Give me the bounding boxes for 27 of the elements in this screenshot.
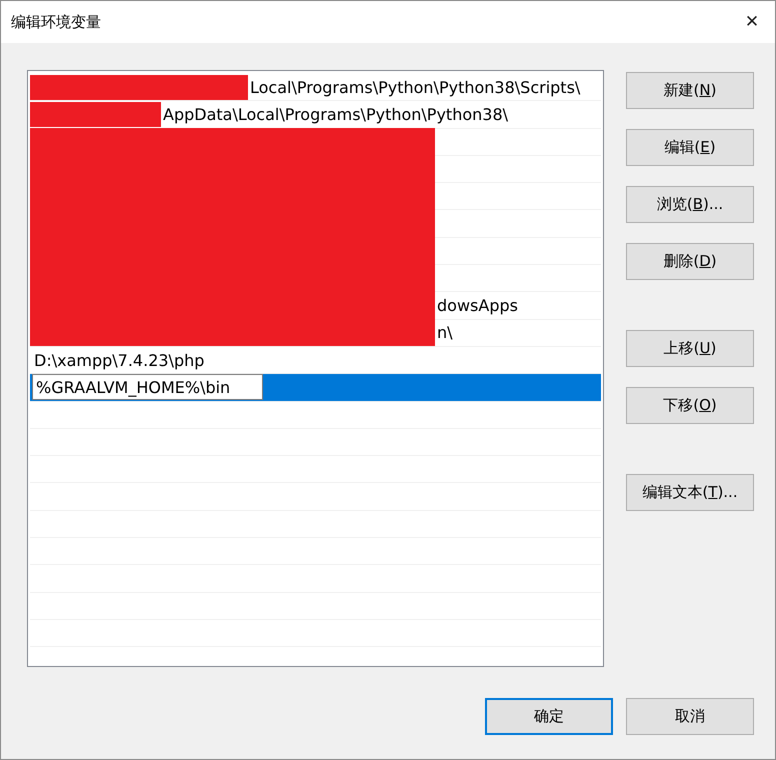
close-button[interactable]: ✕ — [729, 1, 775, 43]
path-row[interactable] — [30, 210, 601, 238]
path-text: n\ — [436, 323, 453, 342]
path-text: AppData\Local\Programs\Python\Python38\ — [162, 104, 508, 124]
path-row[interactable] — [30, 265, 601, 292]
action-button[interactable]: 下移(O) — [626, 387, 754, 424]
action-button[interactable]: 删除(D) — [626, 243, 754, 280]
path-row[interactable]: dowsApps — [30, 292, 601, 320]
action-button[interactable]: 编辑(E) — [626, 129, 754, 166]
path-row[interactable]: Local\Programs\Python\Python38\Scripts\ — [30, 74, 601, 102]
path-input-field[interactable]: %GRAALVM_HOME%\bin — [32, 374, 263, 400]
path-row[interactable] — [30, 156, 601, 184]
path-text: Local\Programs\Python\Python38\Scripts\ — [249, 78, 580, 97]
path-text: dowsApps — [436, 296, 518, 316]
action-button[interactable]: 编辑文本(T)... — [626, 474, 754, 511]
action-button[interactable]: 新建(N) — [626, 72, 754, 109]
cancel-button[interactable]: 取消 — [626, 698, 754, 735]
path-row[interactable] — [30, 128, 601, 156]
path-text: D:\xampp\7.4.23\php — [33, 350, 204, 370]
window-title: 编辑环境变量 — [11, 12, 101, 32]
path-row[interactable] — [30, 183, 601, 210]
action-button[interactable]: 上移(U) — [626, 330, 754, 367]
action-button[interactable]: 浏览(B)... — [626, 186, 754, 223]
path-row[interactable] — [30, 238, 601, 266]
ok-button[interactable]: 确定 — [485, 698, 613, 735]
path-row[interactable]: n\ — [30, 320, 601, 347]
path-row[interactable]: %GRAALVM_HOME%\bin — [30, 374, 601, 402]
